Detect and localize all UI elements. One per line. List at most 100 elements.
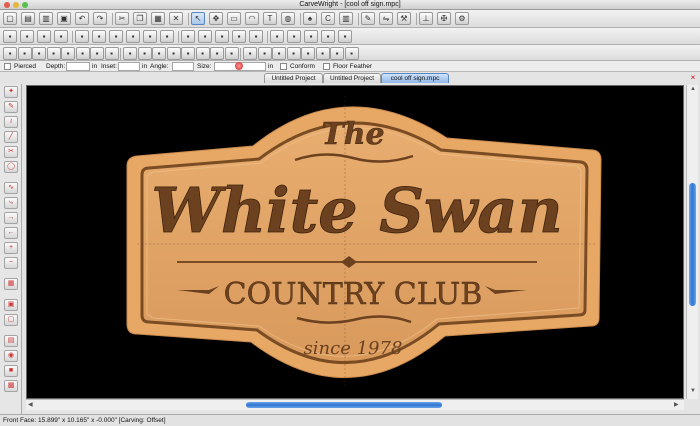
hook-icon[interactable]: ⤷ [4,197,18,209]
node-edit-icon[interactable]: ✥ [209,12,223,25]
panel22-icon[interactable]: ▪ [315,47,330,60]
panel12-icon[interactable]: ▪ [166,47,181,60]
sphere-icon[interactable]: ◉ [4,350,18,362]
zoom-window-icon[interactable] [22,2,28,8]
cw-icon[interactable]: C [321,12,335,25]
trace-icon[interactable]: ▪ [3,30,17,43]
node-remove-icon[interactable]: − [4,257,18,269]
pen-icon[interactable]: ✎ [4,101,18,113]
scroll-up-icon[interactable]: ▲ [690,86,696,92]
undo-icon[interactable]: ↶ [75,12,89,25]
panel2-icon[interactable]: ▪ [17,47,32,60]
color-icon[interactable]: ▪ [143,30,157,43]
angle-input[interactable] [172,62,194,71]
front-icon[interactable]: ▪ [270,30,284,43]
layers-icon[interactable]: ▪ [109,30,123,43]
redo-icon[interactable]: ↷ [93,12,107,25]
contour-icon[interactable]: ▪ [215,30,229,43]
shape-icon[interactable]: ▪ [92,30,106,43]
bitmap-icon[interactable]: ▪ [54,30,68,43]
scroll-down-icon[interactable]: ▼ [690,388,696,394]
panel9-icon[interactable]: ▪ [123,47,137,60]
flip-icon[interactable]: ⇋ [379,12,393,25]
save-icon[interactable]: ▣ [57,12,71,25]
panel8-icon[interactable]: ▪ [104,47,119,60]
scissors-icon[interactable]: ✂ [4,146,18,158]
cut-icon[interactable]: ✂ [115,12,129,25]
line-icon[interactable]: ╱ [4,131,18,143]
curve-icon[interactable]: ∿ [4,182,18,194]
scroll-left-icon[interactable]: ◀ [28,401,33,408]
text-icon[interactable]: T [263,12,277,25]
board-icon[interactable]: ▪ [37,30,51,43]
panel10-icon[interactable]: ▪ [137,47,152,60]
layer-front-icon[interactable]: ▣ [4,299,18,311]
texture-icon[interactable]: ▩ [4,380,18,392]
hatch-icon[interactable]: ▪ [304,30,318,43]
stack-icon[interactable]: ▪ [232,30,246,43]
panel19-icon[interactable]: ▪ [272,47,286,60]
panel5-icon[interactable]: ▪ [61,47,75,60]
node-add-icon[interactable]: + [4,242,18,254]
draw-icon[interactable]: ✎ [361,12,375,25]
panel21-icon[interactable]: ▪ [301,47,315,60]
node-in-icon[interactable]: → [4,212,18,224]
panel23-icon[interactable]: ▪ [330,47,344,60]
design-canvas[interactable]: The White Swan COUNTRY CLUB since 1978 [26,85,684,399]
tab-cool-off-sign[interactable]: cool off sign.mpc [381,73,449,83]
new-file-icon[interactable]: ▢ [3,12,17,25]
block-icon[interactable]: ▪ [249,30,263,43]
scroll-right-icon[interactable]: ▶ [674,401,679,408]
panel6-icon[interactable]: ▪ [75,47,90,60]
panel17-icon[interactable]: ▪ [243,47,257,60]
globe-icon[interactable]: ◍ [281,12,295,25]
sand-icon[interactable]: ▪ [338,30,352,43]
box-icon[interactable]: ▪ [126,30,140,43]
node-out-icon[interactable]: ← [4,227,18,239]
vertical-scroll-thumb[interactable] [689,183,696,306]
vertical-scrollbar[interactable]: ▲ ▼ [686,85,698,399]
gear-icon[interactable]: ▪ [198,30,212,43]
panel24-icon[interactable]: ▪ [344,47,359,60]
panel16-icon[interactable]: ▪ [224,47,239,60]
copy-icon[interactable]: ❐ [133,12,147,25]
layer-back-icon[interactable]: ▢ [4,314,18,326]
horizontal-scroll-thumb[interactable] [246,402,442,408]
carve-icon[interactable]: ⊥ [419,12,433,25]
tab-untitled-project-2[interactable]: Untitled Project [323,73,381,83]
folder-icon[interactable]: ▥ [39,12,53,25]
panel4-icon[interactable]: ▪ [46,47,61,60]
close-tab-icon[interactable]: × [689,74,697,82]
horizontal-scrollbar[interactable]: ◀ ▶ [26,399,684,410]
panel-icon[interactable]: ▪ [3,47,17,60]
figure-icon[interactable]: ✦ [4,86,18,98]
panel3-icon[interactable]: ▪ [32,47,46,60]
tools-icon[interactable]: ✠ [437,12,451,25]
stamp-icon[interactable]: ♠ [303,12,317,25]
depth-icon[interactable]: ▪ [75,30,89,43]
block-icon[interactable]: ■ [4,365,18,377]
close-window-icon[interactable] [4,2,10,8]
panel11-icon[interactable]: ▪ [152,47,166,60]
panel14-icon[interactable]: ▪ [195,47,210,60]
panel7-icon[interactable]: ▪ [90,47,104,60]
box2-icon[interactable]: ▪ [321,30,335,43]
zigzag-icon[interactable]: ≀ [4,116,18,128]
depth-input[interactable] [66,62,90,71]
size-lock-icon[interactable] [235,62,243,70]
minimize-window-icon[interactable] [13,2,19,8]
rulers-icon[interactable]: ▥ [339,12,353,25]
panel13-icon[interactable]: ▪ [181,47,195,60]
sheet-icon[interactable]: ▪ [287,30,301,43]
panel20-icon[interactable]: ▪ [286,47,301,60]
circle-icon[interactable]: ◯ [4,161,18,173]
panel15-icon[interactable]: ▪ [210,47,224,60]
wrench-icon[interactable]: ⚒ [397,12,411,25]
pointer-icon[interactable]: ↖ [191,12,205,25]
arc-icon[interactable]: ◠ [245,12,259,25]
delete-icon[interactable]: ✕ [169,12,183,25]
rectangle-icon[interactable]: ▭ [227,12,241,25]
conform-checkbox[interactable] [280,63,287,70]
group-icon[interactable]: ▤ [4,335,18,347]
floor-feather-checkbox[interactable] [323,63,330,70]
